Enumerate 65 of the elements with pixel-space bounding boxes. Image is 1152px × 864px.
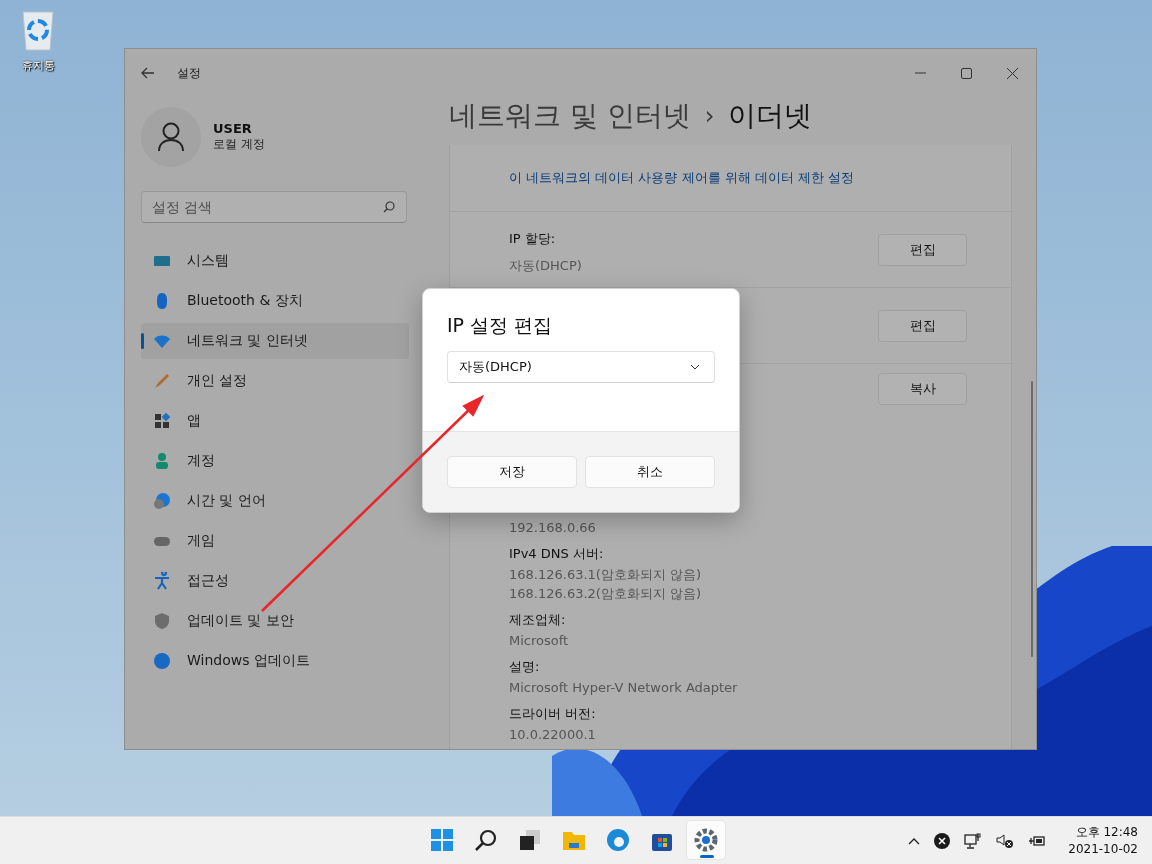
sidebar-item[interactable]: 업데이트 및 보안 [141,603,409,639]
property-label: 드라이버 버전: [509,705,597,723]
property-value: 168.126.63.2(암호화되지 않음) [509,585,703,603]
property-value: 192.168.0.66 [509,519,597,537]
dialog-button[interactable]: 저장 [447,456,577,488]
property-value: Microsoft Hyper-V Network Adapter [509,679,739,697]
start-logo-icon [430,828,454,852]
page-title: 이더넷 [728,98,813,134]
search-icon[interactable] [383,201,395,213]
search-field[interactable]: 설정 검색 [141,191,407,223]
sidebar-icon [153,652,171,670]
maximize-icon[interactable] [961,67,972,79]
user-name: USER [213,121,253,136]
account-type: 로컬 계정 [213,136,265,153]
sidebar-item[interactable]: 게임 [141,523,409,559]
sidebar-item[interactable]: 계정 [141,443,409,479]
sidebar-item[interactable]: 앱 [141,403,409,439]
recycle-bin-icon[interactable] [20,10,56,52]
sidebar-icon [153,452,171,470]
task-view-icon [518,828,542,852]
chevron-up-icon[interactable] [908,837,921,845]
dialog-title: IP 설정 편집 [447,313,554,338]
property-label: 제조업체: [509,611,567,629]
sidebar-item[interactable]: 시간 및 언어 [141,483,409,519]
dialog-button[interactable]: 취소 [585,456,715,488]
browser-logo-icon [606,828,630,852]
sidebar-item[interactable]: 시스템 [141,243,409,279]
sidebar-item[interactable]: Windows 업데이트 [141,643,409,679]
ip-mode-dropdown[interactable]: 자동(DHCP) [447,351,715,383]
clock-time[interactable]: 오후 12:48 [1075,824,1138,841]
close-icon[interactable] [1007,67,1018,79]
gear-icon [694,828,718,852]
property-value: 10.0.22000.1 [509,726,597,744]
breadcrumb-parent[interactable]: 네트워크 및 인터넷 [449,97,691,135]
row-button[interactable]: 편집 [878,233,967,266]
sidebar-item[interactable]: 접근성 [141,563,409,599]
row-button[interactable]: 편집 [878,309,967,342]
setting-label: IP 할당: [509,230,557,248]
battery-plug-icon[interactable] [1028,833,1047,849]
data-limit-link[interactable]: 이 네트워크의 데이터 사용량 제어를 위해 데이터 제한 설정 [509,169,855,187]
sidebar-icon [153,372,171,390]
setting-value: 자동(DHCP) [509,257,583,275]
sidebar-icon [153,572,171,590]
desktop-icon-label: 휴지통 [21,58,55,73]
sidebar-item[interactable]: Bluetooth & 장치 [141,283,409,319]
sidebar-icon [153,492,171,510]
property-label: 설명: [509,658,541,676]
row-button[interactable]: 복사 [878,373,967,405]
property-label: IPv4 DNS 서버: [509,545,605,563]
window-title: 설정 [177,64,201,82]
speaker-muted-icon[interactable] [996,833,1015,849]
property-value: 168.126.63.1(암호화되지 않음) [509,566,703,584]
sidebar-icon [153,412,171,430]
back-arrow-icon[interactable] [141,67,155,79]
sidebar-icon [153,612,171,630]
scrollbar[interactable] [1031,381,1033,657]
network-icon[interactable] [964,833,983,849]
sidebar-item[interactable]: 개인 설정 [141,363,409,399]
breadcrumb-separator: › [704,102,715,130]
clock-date[interactable]: 2021-10-02 [1068,841,1138,858]
chevron-down-icon [690,364,700,370]
search-icon [474,828,498,852]
property-value: Microsoft [509,632,570,650]
error-icon[interactable] [934,833,951,849]
sidebar-item[interactable]: 네트워크 및 인터넷 [141,323,409,359]
